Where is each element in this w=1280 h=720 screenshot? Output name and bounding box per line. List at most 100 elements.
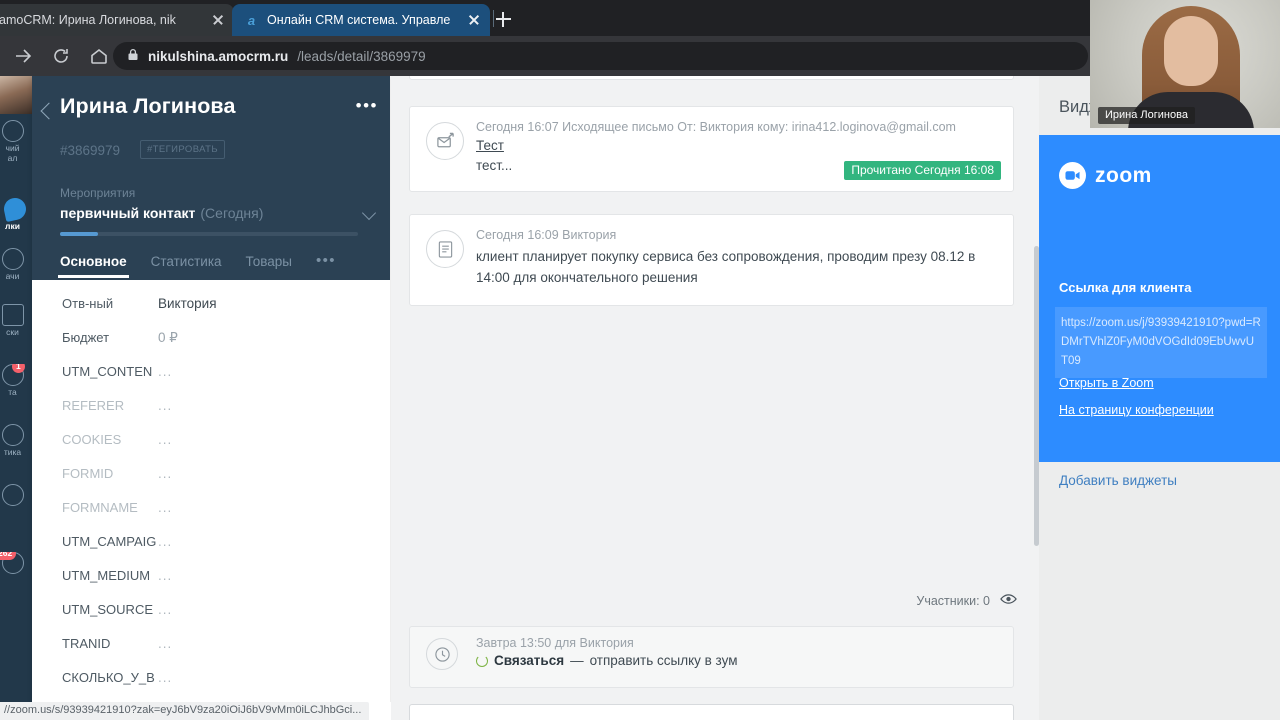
lead-fields: Отв-ный Виктория Бюджет 0 ₽ UTM_CONTEN .… — [32, 280, 390, 720]
tab-tovary[interactable]: Товары — [246, 254, 292, 278]
feed-card-email[interactable]: Сегодня 16:07 Исходящее письмо От: Викто… — [409, 106, 1014, 192]
browser-tab-1[interactable]: a Онлайн CRM система. Управле — [232, 4, 490, 36]
participants-label: Участники: 0 — [916, 593, 990, 608]
stage-date: (Сегодня) — [200, 205, 264, 221]
feed-card-note[interactable]: Сегодня 16:09 Виктория клиент планирует … — [409, 214, 1014, 306]
field-label: Бюджет — [62, 330, 110, 345]
field-row[interactable]: FORMNAME ... — [32, 500, 390, 534]
email-subject[interactable]: Тест — [476, 138, 999, 153]
field-row[interactable]: UTM_CONTEN ... — [32, 364, 390, 398]
sidebar-item-analytics[interactable]: тика — [0, 424, 32, 457]
address-bar[interactable]: nikulshina.amocrm.ru/leads/detail/386997… — [113, 42, 1088, 70]
field-label: UTM_CONTEN — [62, 364, 153, 379]
field-row[interactable]: Бюджет 0 ₽ — [32, 330, 390, 364]
browser-tab-0[interactable]: amoCRM: Ирина Логинова, nik — [0, 4, 234, 36]
close-icon[interactable] — [210, 12, 226, 28]
stage-name[interactable]: первичный контакт (Сегодня) — [60, 205, 263, 221]
task-when: Завтра 13:50 для Виктория — [476, 636, 634, 650]
screen: amoCRM: Ирина Логинова, nik a Онлайн CRM… — [0, 0, 1280, 720]
ellipsis-icon[interactable]: ••• — [356, 97, 378, 114]
feed-card-task[interactable]: Завтра 13:50 для Виктория Связаться — от… — [409, 626, 1014, 688]
field-row[interactable]: UTM_CAMPAIG ... — [32, 534, 390, 568]
zoom-camera-icon — [1059, 162, 1086, 189]
amocrm-a-icon: a — [247, 12, 256, 28]
zoom-subtitle: Ссылка для клиента — [1059, 280, 1192, 295]
field-value: ... — [158, 670, 173, 685]
task-body: Завтра 13:50 для Виктория Связаться — от… — [476, 627, 1013, 679]
field-label: UTM_MEDIUM — [62, 568, 151, 583]
open-in-zoom-link[interactable]: Открыть в Zoom — [1059, 376, 1154, 390]
field-value: ... — [158, 568, 173, 583]
field-label: REFERER — [62, 398, 125, 413]
close-icon[interactable] — [466, 12, 482, 28]
sidebar-item-leads[interactable]: лки — [0, 198, 32, 231]
participants-row[interactable]: Участники: 0 — [916, 593, 1017, 608]
field-row[interactable]: COOKIES ... — [32, 432, 390, 466]
webcam-overlay: Ирина Логинова — [1090, 0, 1280, 128]
field-row[interactable]: UTM_MEDIUM ... — [32, 568, 390, 602]
field-label: UTM_CAMPAIG — [62, 534, 157, 549]
field-row[interactable]: FORMID ... — [32, 466, 390, 500]
user-avatar[interactable] — [0, 76, 32, 114]
field-row[interactable]: СКОЛЬКО_У_В ... — [32, 670, 390, 704]
tab-osnovnoe[interactable]: Основное — [58, 254, 129, 278]
page-title: Ирина Логинова — [60, 94, 236, 118]
add-widgets-link[interactable]: Добавить виджеты — [1059, 473, 1177, 488]
amocrm-nav-rail: чий ал лки ачи ски та 1 тика 262 — [0, 76, 32, 720]
activity-feed: Сегодня 16:07 Исходящее письмо От: Викто… — [391, 76, 1039, 720]
zoom-logo: zoom — [1059, 162, 1152, 189]
sidebar-item-mail[interactable]: та 1 — [0, 364, 32, 397]
field-value: ... — [158, 466, 173, 481]
sidebar-item-lists[interactable]: ски — [0, 304, 32, 337]
field-label: FORMNAME — [62, 500, 138, 515]
note-text: клиент планирует покупку сервиса без соп… — [476, 249, 976, 285]
lists-icon — [2, 304, 24, 326]
sidebar-item-label: лки — [5, 221, 20, 231]
task-type: Связаться — [494, 653, 565, 668]
note-input[interactable]: Примечание: введите текст — [409, 704, 1014, 720]
browser-toolbar: nikulshina.amocrm.ru/leads/detail/386997… — [0, 36, 1280, 76]
field-row[interactable]: TRANID ... — [32, 636, 390, 670]
sidebar-item-label: ачи — [5, 271, 20, 281]
zoom-widget: zoom Ссылка для клиента https://zoom.us/… — [1039, 135, 1280, 462]
field-label: COOKIES — [62, 432, 122, 447]
tabs-ellipsis-icon[interactable]: ••• — [316, 252, 336, 278]
browser-tab-strip: amoCRM: Ирина Логинова, nik a Онлайн CRM… — [0, 0, 1280, 36]
sidebar-item-workspace[interactable]: чий ал — [0, 120, 32, 163]
sidebar-item-chat[interactable]: 262 — [0, 552, 32, 575]
sidebar-item-tasks[interactable]: ачи — [0, 248, 32, 281]
feed-card-partial[interactable] — [409, 76, 1014, 80]
field-value: ... — [158, 500, 173, 515]
lead-panel-header: Ирина Логинова ••• #3869979 #ТЕГИРОВАТЬ … — [32, 76, 390, 280]
home-icon[interactable] — [84, 41, 114, 71]
chevron-left-icon[interactable] — [40, 102, 58, 120]
field-row[interactable]: Отв-ный Виктория — [32, 296, 390, 330]
conference-page-link[interactable]: На страницу конференции — [1059, 403, 1214, 417]
tab-statistika[interactable]: Статистика — [151, 254, 222, 278]
feed-card-body: Сегодня 16:09 Виктория клиент планирует … — [476, 215, 1013, 300]
forward-icon[interactable] — [8, 41, 38, 71]
field-value: ... — [158, 602, 173, 617]
field-value: ... — [158, 534, 173, 549]
zoom-link[interactable]: https://zoom.us/j/93939421910?pwd=RDMrTV… — [1055, 307, 1267, 378]
sidebar-item-label: тика — [3, 447, 22, 457]
field-value: ... — [158, 398, 173, 413]
status-badge: Прочитано Сегодня 16:08 — [844, 161, 1001, 180]
field-label: СКОЛЬКО_У_В — [62, 670, 155, 685]
field-row[interactable]: UTM_SOURCE ... — [32, 602, 390, 636]
eye-icon[interactable] — [1000, 593, 1017, 608]
reload-icon[interactable] — [46, 41, 76, 71]
outgoing-mail-icon — [426, 122, 464, 160]
chevron-down-icon[interactable] — [361, 205, 377, 221]
lead-id: #3869979 — [60, 143, 121, 158]
field-label: TRANID — [62, 636, 111, 651]
sidebar-item-settings[interactable] — [0, 484, 32, 507]
field-value: ... — [158, 636, 173, 651]
new-tab-button[interactable] — [489, 5, 517, 33]
pipeline-label: Мероприятия — [60, 186, 136, 200]
note-icon — [426, 230, 464, 268]
webcam-name-label: Ирина Логинова — [1098, 107, 1195, 124]
field-row[interactable]: REFERER ... — [32, 398, 390, 432]
stage-name-text: первичный контакт — [60, 205, 196, 221]
tag-button[interactable]: #ТЕГИРОВАТЬ — [140, 140, 225, 159]
